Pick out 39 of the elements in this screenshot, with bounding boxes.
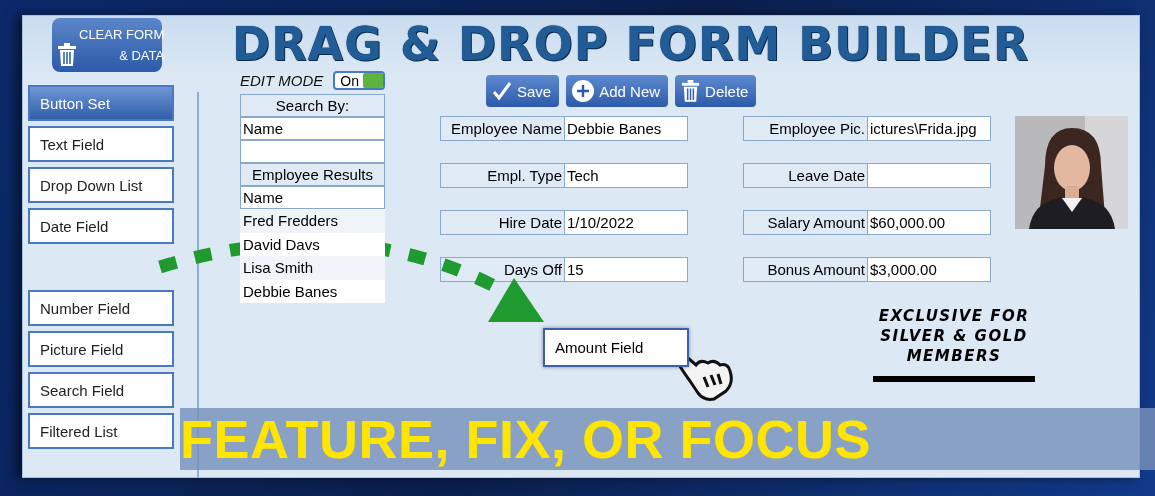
toolbox-item[interactable]: Text Field [28, 126, 174, 162]
dragged-field[interactable]: Amount Field [543, 328, 689, 367]
save-button[interactable]: Save [486, 75, 560, 107]
search-by-field[interactable]: Name [240, 117, 385, 140]
field-input[interactable]: 15 [565, 257, 688, 282]
field-input[interactable]: $3,000.00 [868, 257, 991, 282]
result-row[interactable]: Fred Fredders [240, 209, 385, 233]
field-input[interactable]: 1/10/2022 [565, 210, 688, 235]
field-input[interactable]: Tech [565, 163, 688, 188]
field-label: Leave Date [743, 163, 868, 188]
banner-text: FEATURE, FIX, OR FOCUS [180, 408, 871, 470]
toolbox-item[interactable]: Search Field [28, 372, 174, 408]
edit-mode-toggle[interactable]: On [333, 71, 385, 90]
promo-text: EXCLUSIVE FOR SILVER & GOLD MEMBERS [878, 306, 1030, 366]
field-label: Empl. Type [440, 163, 565, 188]
field-label: Employee Pic. [743, 116, 868, 141]
field-input[interactable]: ictures\Frida.jpg [868, 116, 991, 141]
field-input[interactable]: $60,000.00 [868, 210, 991, 235]
edit-mode-label: EDIT MODE [240, 72, 324, 89]
search-header: Search By: [240, 94, 385, 117]
field-input[interactable]: Debbie Banes [565, 116, 688, 141]
toolbox-item[interactable]: Drop Down List [28, 167, 174, 203]
delete-button[interactable]: Delete [675, 75, 757, 107]
toolbox-item[interactable]: Number Field [28, 290, 174, 326]
toolbox-item[interactable]: Picture Field [28, 331, 174, 367]
add-button[interactable]: Add New [566, 75, 669, 107]
field-label: Employee Name [440, 116, 565, 141]
field-label: Hire Date [440, 210, 565, 235]
field-label: Bonus Amount [743, 257, 868, 282]
results-header: Employee Results [240, 163, 385, 186]
column-header: Name [240, 186, 385, 209]
result-row[interactable]: Debbie Banes [240, 279, 385, 303]
page-title: DRAG & DROP FORM BUILDER [232, 17, 1030, 71]
toolbox-item[interactable]: Date Field [28, 208, 174, 244]
field-label: Salary Amount [743, 210, 868, 235]
result-row[interactable]: Lisa Smith [240, 256, 385, 280]
toolbox-item[interactable]: Button Set [28, 85, 174, 121]
toolbox-item[interactable]: Filtered List [28, 413, 174, 449]
result-row[interactable]: David Davs [240, 232, 385, 256]
